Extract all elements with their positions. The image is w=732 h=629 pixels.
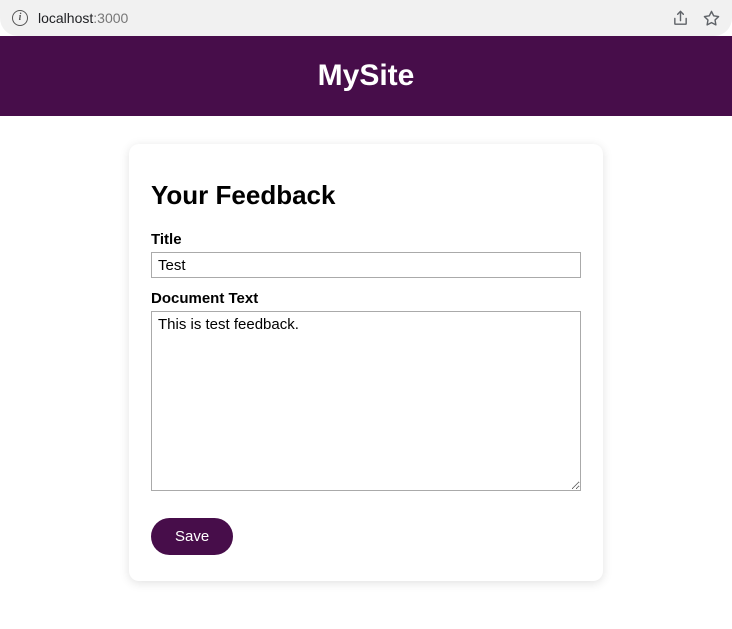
body-textarea[interactable] bbox=[151, 311, 581, 491]
content-area: Your Feedback Title Document Text Save bbox=[0, 116, 732, 581]
title-label: Title bbox=[151, 231, 581, 248]
share-icon[interactable] bbox=[672, 10, 689, 27]
feedback-card: Your Feedback Title Document Text Save bbox=[129, 144, 603, 581]
site-header: MySite bbox=[0, 36, 732, 116]
title-field-group: Title bbox=[151, 231, 581, 278]
body-label: Document Text bbox=[151, 290, 581, 307]
star-icon[interactable] bbox=[703, 10, 720, 27]
url-port: :3000 bbox=[93, 10, 128, 26]
browser-address-bar: i localhost:3000 bbox=[0, 0, 732, 36]
site-title: MySite bbox=[318, 59, 415, 93]
form-heading: Your Feedback bbox=[151, 180, 581, 211]
url-display[interactable]: localhost:3000 bbox=[38, 10, 128, 26]
info-icon: i bbox=[12, 10, 28, 26]
body-field-group: Document Text bbox=[151, 290, 581, 496]
save-button[interactable]: Save bbox=[151, 518, 233, 555]
title-input[interactable] bbox=[151, 252, 581, 278]
url-host: localhost bbox=[38, 10, 93, 26]
